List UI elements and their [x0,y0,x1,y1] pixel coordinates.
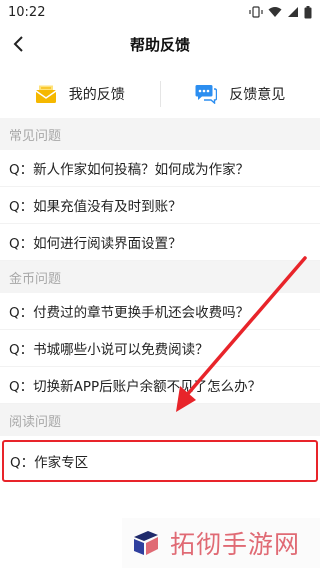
chat-icon [195,85,218,104]
section-header-reading: 阅读问题 [0,404,320,436]
status-time: 10:22 [8,4,46,20]
nav-bar: 帮助反馈 [0,24,320,64]
status-icons [249,5,312,19]
faq-item-author-zone[interactable]: Q：作家专区 [2,440,318,482]
section-header-coins: 金币问题 [0,261,320,293]
faq-item[interactable]: Q：切换新APP后账户余额不见了怎么办？ [0,367,320,404]
faq-list: 常见问题 Q：新人作家如何投稿？如何成为作家？ Q：如果充值没有及时到账？ Q：… [0,118,320,482]
back-button[interactable] [6,32,30,56]
status-bar: 10:22 [0,0,320,24]
watermark-logo [134,531,158,555]
action-row: 我的反馈 反馈意见 [0,72,320,116]
watermark: 拓彻手游网 [122,518,320,568]
feedback-opinion-button[interactable]: 反馈意见 [161,72,320,116]
faq-item[interactable]: Q：新人作家如何投稿？如何成为作家？ [0,150,320,187]
watermark-text: 拓彻手游网 [170,530,301,559]
section-header-common: 常见问题 [0,118,320,150]
vibrate-icon [249,6,263,18]
wifi-icon [268,7,282,17]
my-feedback-label: 我的反馈 [68,87,125,103]
chevron-left-icon [13,36,23,52]
faq-item[interactable]: Q：如果充值没有及时到账？ [0,187,320,224]
signal-icon [288,7,298,17]
feedback-opinion-label: 反馈意见 [229,87,286,103]
faq-item[interactable]: Q：付费过的章节更换手机还会收费吗？ [0,293,320,330]
my-feedback-button[interactable]: 我的反馈 [0,72,160,116]
faq-item[interactable]: Q：书城哪些小说可以免费阅读？ [0,330,320,367]
page-title: 帮助反馈 [129,35,190,54]
battery-icon [304,5,312,18]
faq-item[interactable]: Q：如何进行阅读界面设置？ [0,224,320,261]
mail-icon [35,85,57,103]
